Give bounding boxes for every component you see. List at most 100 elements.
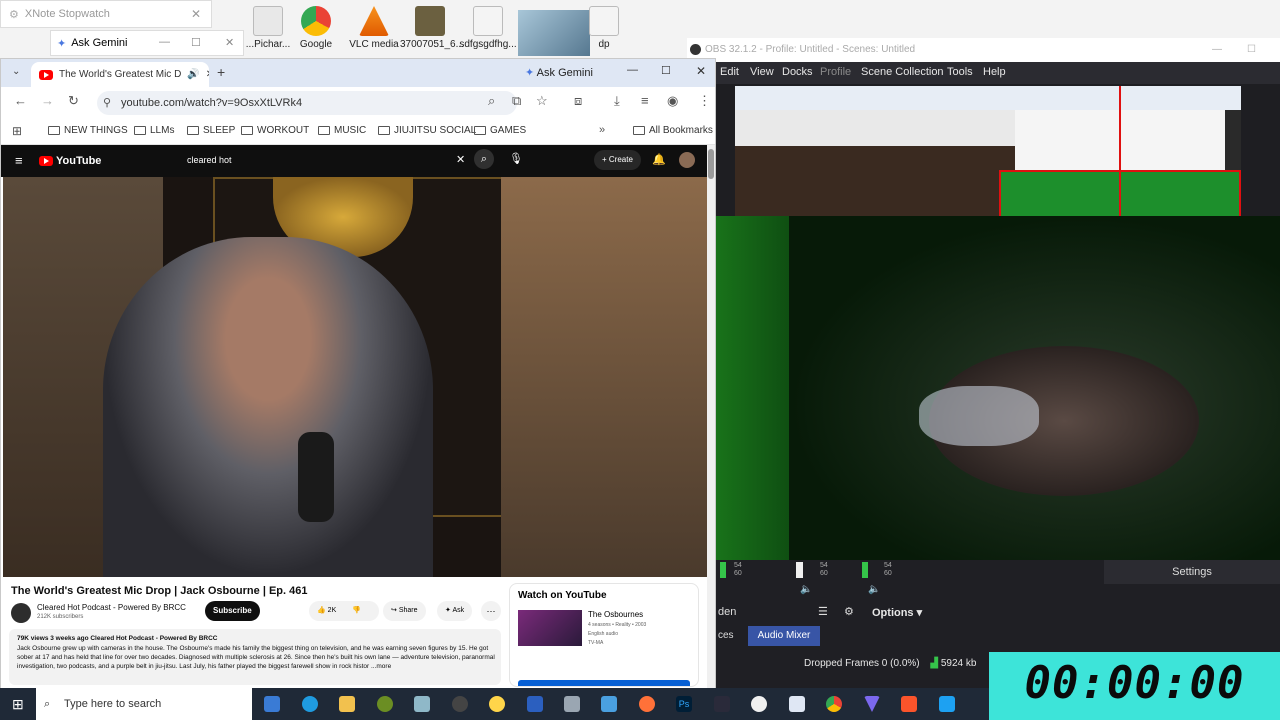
gear-icon[interactable]: ⚙ (844, 605, 854, 618)
settings-button[interactable]: Settings (1104, 560, 1280, 584)
speaker-icon[interactable]: 🔈 (800, 584, 812, 595)
bookmark-new-things[interactable]: NEW THINGS (48, 125, 128, 136)
hamburger-menu-icon[interactable]: ≡ (15, 153, 23, 168)
app-icon[interactable] (601, 696, 617, 712)
install-app-icon[interactable]: ⧉ (512, 93, 521, 109)
lightbulb-icon[interactable] (489, 696, 505, 712)
brave-icon[interactable] (901, 696, 917, 712)
description-box[interactable]: 79K views 3 weeks ago Cleared Hot Podcas… (9, 629, 501, 685)
channel-name[interactable]: Cleared Hot Podcast - Powered By BRCC (37, 603, 186, 612)
watch-on-youtube-card[interactable]: Watch on YouTube The Osbournes 4 seasons… (509, 583, 699, 687)
thumbs-up-icon[interactable]: 👍 (317, 607, 328, 614)
menu-edit[interactable]: Edit (720, 66, 739, 78)
apps-grid-icon[interactable]: ⊞ (12, 124, 22, 138)
chrome-icon[interactable] (826, 696, 842, 712)
ask-button[interactable]: ✦ Ask (437, 601, 473, 621)
site-info-icon[interactable]: ⚲ (103, 91, 111, 115)
desktop-icon-3[interactable]: 37007051_6... (400, 4, 464, 58)
app-icon[interactable] (751, 696, 767, 712)
video-player[interactable] (3, 177, 707, 577)
obs-titlebar[interactable]: OBS 32.1.2 - Profile: Untitled - Scenes:… (687, 38, 1280, 62)
close-icon[interactable]: ✕ (191, 7, 201, 21)
clear-search-icon[interactable]: ✕ (456, 153, 465, 166)
ask-gemini-button[interactable]: ✦ Ask Gemini (525, 66, 593, 79)
show-thumbnail[interactable] (518, 610, 582, 646)
back-arrow-icon[interactable]: ← (14, 93, 27, 108)
youtube-search-input[interactable]: cleared hot (179, 149, 469, 171)
minimize-icon[interactable]: — (159, 36, 170, 48)
zoom-icon[interactable]: ⌕ (488, 93, 495, 109)
options-dropdown[interactable]: Options ▾ (872, 606, 922, 619)
file-explorer-icon[interactable] (339, 696, 355, 712)
maximize-icon[interactable]: ☐ (1247, 38, 1256, 62)
firefox-icon[interactable] (639, 696, 655, 712)
list-icon[interactable]: ☰ (818, 605, 828, 618)
app-icon[interactable] (939, 696, 955, 712)
desktop-icon-1[interactable]: Google (286, 4, 346, 58)
more-actions-icon[interactable]: ⋯ (481, 601, 501, 621)
edge-icon[interactable] (302, 696, 318, 712)
notifications-bell-icon[interactable]: 🔔 (652, 153, 666, 166)
page-scrollbar[interactable] (707, 145, 715, 689)
reload-icon[interactable]: ↻ (68, 93, 79, 109)
minimize-icon[interactable]: — (627, 64, 638, 76)
bookmarks-overflow-icon[interactable]: » (599, 124, 605, 136)
menu-help[interactable]: Help (983, 66, 1006, 78)
bookmark-sleep[interactable]: SLEEP (187, 125, 235, 136)
gemini-window-titlebar[interactable]: ✦ Ask Gemini — ☐ ✕ (50, 30, 244, 56)
share-button[interactable]: ↪ Share (383, 601, 426, 621)
speaker-icon[interactable]: 🔈 (868, 584, 880, 595)
taskbar-search-input[interactable]: ⌕ Type here to search (36, 688, 252, 720)
app-icon[interactable] (714, 696, 730, 712)
windows-start-icon[interactable]: ⊞ (12, 696, 24, 713)
close-icon[interactable]: ✕ (696, 64, 706, 78)
youtube-logo[interactable]: YouTube (39, 155, 101, 167)
tab-search-icon[interactable]: ⌄ (12, 66, 20, 77)
app-icon[interactable] (789, 696, 805, 712)
bookmark-jiujitsu-social[interactable]: JIUJITSU SOCIAL (378, 125, 476, 136)
channel-avatar[interactable] (11, 603, 31, 623)
scrollbar-thumb[interactable] (708, 149, 714, 179)
close-icon[interactable]: ✕ (225, 36, 234, 49)
app-icon[interactable] (864, 696, 880, 712)
app-icon[interactable] (414, 696, 430, 712)
desktop-icon-2[interactable]: VLC media (344, 4, 404, 58)
avatar[interactable] (679, 152, 695, 168)
extensions-icon[interactable]: ⧈ (574, 93, 582, 109)
menu-tools[interactable]: Tools (947, 66, 973, 78)
menu-profile[interactable]: Profile (820, 66, 851, 78)
photoshop-icon[interactable]: Ps (676, 696, 692, 712)
microphone-icon[interactable]: 🎙 (509, 152, 523, 165)
bookmark-music[interactable]: MUSIC (318, 125, 366, 136)
desktop-icon-4[interactable]: sdfgsgdfhg... (458, 4, 518, 58)
subscribe-button[interactable]: Subscribe (205, 601, 260, 621)
obs-preview-canvas[interactable] (735, 86, 1241, 218)
profile-avatar-icon[interactable]: ◉ (667, 93, 678, 109)
xnote-stopwatch-window-titlebar[interactable]: ⚙ XNote Stopwatch ✕ (0, 0, 212, 28)
app-icon[interactable] (377, 696, 393, 712)
watch-button[interactable] (518, 680, 690, 686)
forward-arrow-icon[interactable]: → (41, 93, 54, 108)
menu-docks[interactable]: Docks (782, 66, 813, 78)
close-icon[interactable]: ✕ (206, 69, 209, 80)
sources-tab[interactable]: ces (718, 630, 734, 641)
bookmark-star-icon[interactable]: ☆ (536, 93, 548, 109)
speaker-icon[interactable]: 🔊 (187, 69, 199, 80)
bookmark-workout[interactable]: WORKOUT (241, 125, 309, 136)
tab-youtube[interactable]: The World's Greatest Mic D 🔊 ✕ (31, 62, 209, 87)
menu-view[interactable]: View (750, 66, 774, 78)
bookmark-llms[interactable]: LLMs (134, 125, 174, 136)
menu-kebab-icon[interactable]: ⋮ (698, 93, 711, 109)
thumbs-down-icon[interactable]: 👎 (352, 607, 361, 614)
minimize-icon[interactable]: — (1212, 38, 1222, 62)
maximize-icon[interactable]: ☐ (191, 36, 201, 49)
document-icon[interactable] (527, 696, 543, 712)
calculator-icon[interactable] (264, 696, 280, 712)
create-button[interactable]: + Create (594, 150, 641, 170)
audio-mixer-tab[interactable]: Audio Mixer (748, 626, 820, 646)
maximize-icon[interactable]: ☐ (661, 64, 671, 77)
new-tab-button[interactable]: + (217, 64, 225, 80)
media-control-icon[interactable]: ≡ (641, 93, 649, 108)
all-bookmarks[interactable]: All Bookmarks (633, 125, 713, 136)
show-title[interactable]: The Osbournes (588, 610, 643, 619)
